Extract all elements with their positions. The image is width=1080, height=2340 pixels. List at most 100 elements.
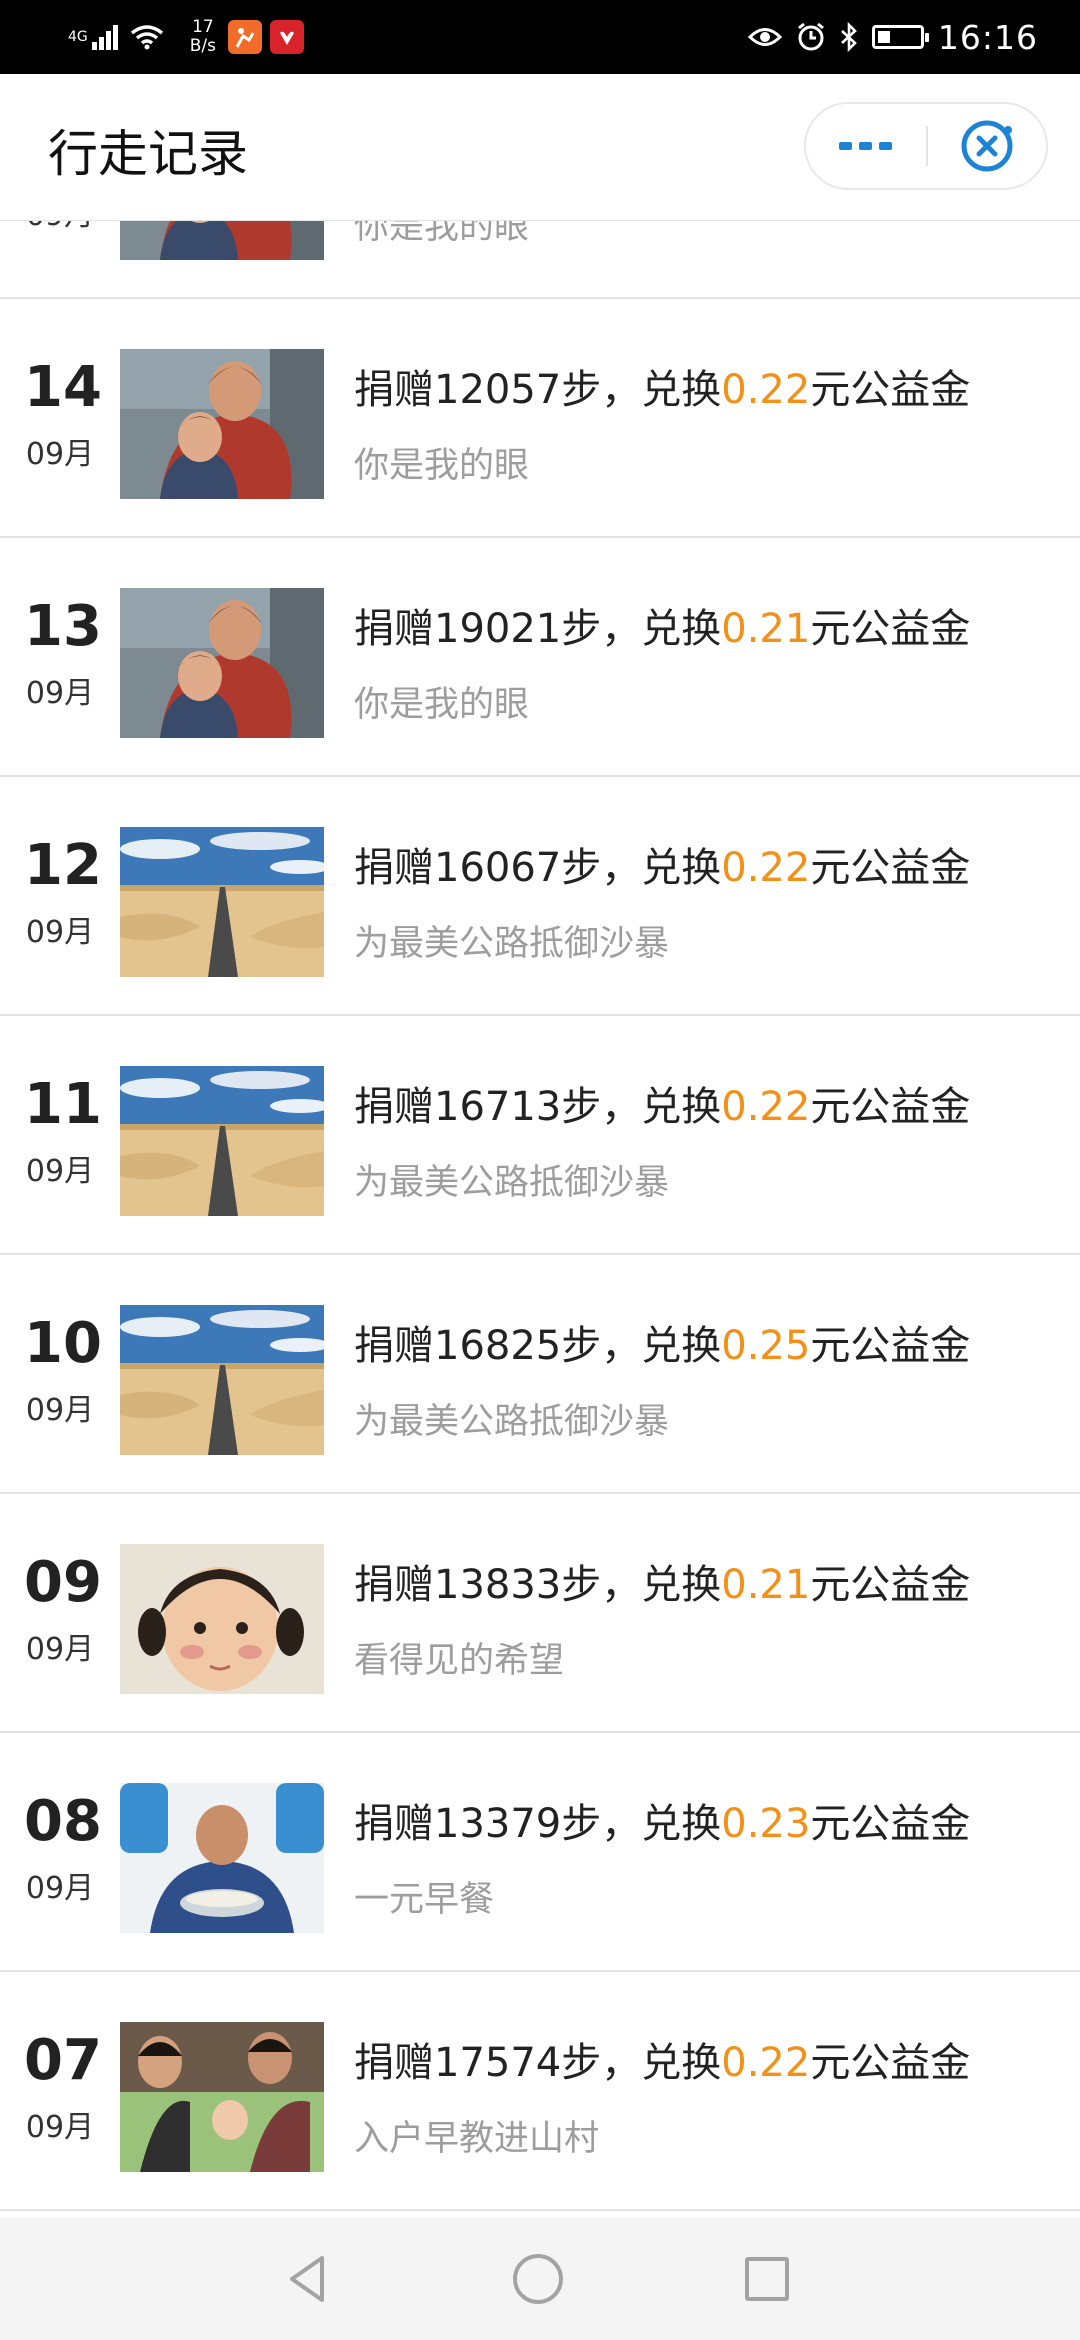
record-thumbnail xyxy=(120,1544,324,1694)
record-project-name: 看得见的希望 xyxy=(354,1641,565,1681)
record-row[interactable]: 13 09月 捐赠19021步，兑换0.21元公益金你是我的眼 xyxy=(0,538,1080,777)
record-row[interactable]: 12 09月 捐赠16067步，兑换0.22元公益金为最美公路抵御沙暴 xyxy=(0,777,1080,1016)
record-month: 09月 xyxy=(25,1393,95,1428)
record-amount-suffix: 元公益金 xyxy=(810,1801,971,1847)
record-row[interactable]: 10 09月 捐赠16825步，兑换0.25元公益金为最美公路抵御沙暴 xyxy=(0,1255,1080,1494)
record-project-name: 一元早餐 xyxy=(354,1880,495,1920)
record-summary: 捐赠13833步，兑换0.21元公益金 xyxy=(354,1558,970,1612)
record-summary: 捐赠17574步，兑换0.22元公益金 xyxy=(354,2036,970,2090)
record-steps-text: 捐赠13379步，兑换 xyxy=(354,1801,722,1847)
speed-unit: B/s xyxy=(189,36,217,56)
status-left: 4G 17 B/s xyxy=(68,12,312,62)
record-month: 09月 xyxy=(24,220,96,236)
status-bar: 4G 17 B/s 16:16 xyxy=(0,0,1080,74)
record-row[interactable]: 09 09月 捐赠13833步，兑换0.21元公益金看得见的希望 xyxy=(0,1494,1080,1733)
clock: 16:16 xyxy=(937,17,1038,57)
record-row[interactable]: 1509月捐赠12813步，兑换0.17元公益金你是我的眼 xyxy=(0,220,1080,299)
signal-icon xyxy=(91,24,120,50)
record-thumbnail xyxy=(120,1305,324,1455)
record-amount: 0.23 xyxy=(721,1801,811,1847)
record-project-name: 为最美公路抵御沙暴 xyxy=(354,924,670,964)
record-day: 14 xyxy=(24,355,102,420)
record-amount: 0.22 xyxy=(721,845,811,891)
record-summary: 捐赠13379步，兑换0.23元公益金 xyxy=(354,1797,970,1851)
record-steps-text: 捐赠16067步，兑换 xyxy=(354,845,722,891)
record-summary: 捐赠16067步，兑换0.22元公益金 xyxy=(354,841,970,895)
record-day: 09 xyxy=(24,1550,102,1615)
record-month: 09月 xyxy=(25,2110,95,2145)
close-icon xyxy=(961,120,1013,172)
record-project-name: 为最美公路抵御沙暴 xyxy=(354,1163,670,1203)
record-day: 07 xyxy=(24,2028,102,2093)
record-steps-text: 捐赠12057步，兑换 xyxy=(354,367,722,413)
page-header: 行走记录 xyxy=(0,74,1080,221)
record-summary: 捐赠16825步，兑换0.25元公益金 xyxy=(354,1319,970,1373)
record-project-name: 你是我的眼 xyxy=(354,220,530,247)
record-thumbnail xyxy=(120,827,324,977)
home-icon[interactable] xyxy=(513,2254,563,2304)
record-steps-text: 捐赠19021步，兑换 xyxy=(354,606,722,652)
record-amount: 0.22 xyxy=(721,1084,811,1130)
record-amount-suffix: 元公益金 xyxy=(810,845,971,891)
record-row[interactable]: 11 09月 捐赠16713步，兑换0.22元公益金为最美公路抵御沙暴 xyxy=(0,1016,1080,1255)
page-title: 行走记录 xyxy=(48,125,248,183)
record-month: 09月 xyxy=(25,1154,95,1189)
record-summary: 捐赠16713步，兑换0.22元公益金 xyxy=(354,1080,970,1134)
record-amount-suffix: 元公益金 xyxy=(810,2040,971,2086)
alarm-icon xyxy=(796,22,826,52)
record-thumbnail xyxy=(120,2022,324,2172)
record-day: 12 xyxy=(24,833,102,898)
record-thumbnail xyxy=(120,1066,324,1216)
record-steps-text: 捐赠16713步，兑换 xyxy=(354,1084,722,1130)
wifi-icon xyxy=(130,24,164,50)
record-steps-text: 捐赠13833步，兑换 xyxy=(354,1562,722,1608)
app-notification-icon xyxy=(228,20,263,54)
record-summary: 捐赠19021步，兑换0.21元公益金 xyxy=(354,602,970,656)
record-month: 09月 xyxy=(25,437,95,472)
record-day: 11 xyxy=(24,1072,102,1137)
record-project-name: 入户早教进山村 xyxy=(354,2119,600,2159)
record-amount-suffix: 元公益金 xyxy=(810,367,971,413)
more-icon xyxy=(839,142,892,150)
record-day: 13 xyxy=(24,594,102,659)
record-thumbnail xyxy=(120,588,324,738)
record-day: 08 xyxy=(24,1789,102,1854)
record-amount: 0.21 xyxy=(721,1562,811,1608)
record-amount: 0.22 xyxy=(721,2040,811,2086)
status-right: 16:16 xyxy=(747,12,1038,62)
record-amount-suffix: 元公益金 xyxy=(810,1323,971,1369)
record-amount: 0.21 xyxy=(721,606,811,652)
record-list-content: 1509月捐赠12813步，兑换0.17元公益金你是我的眼1409月捐赠1205… xyxy=(0,220,1080,2211)
record-row[interactable]: 07 09月 捐赠17574步，兑换0.22元公益金入户早教进山村 xyxy=(0,1972,1080,2211)
record-amount-suffix: 元公益金 xyxy=(810,1562,971,1608)
record-thumbnail xyxy=(120,220,324,260)
close-mini-program-button[interactable] xyxy=(928,104,1046,188)
record-project-name: 你是我的眼 xyxy=(354,446,530,486)
record-project-name: 你是我的眼 xyxy=(354,685,530,725)
more-button[interactable] xyxy=(806,104,926,188)
recent-apps-icon[interactable] xyxy=(745,2257,789,2301)
record-project-name: 为最美公路抵御沙暴 xyxy=(354,1402,670,1442)
record-thumbnail xyxy=(120,349,324,499)
record-month: 09月 xyxy=(25,676,95,711)
record-row[interactable]: 14 09月 捐赠12057步，兑换0.22元公益金你是我的眼 xyxy=(0,299,1080,538)
record-steps-text: 捐赠17574步，兑换 xyxy=(354,2040,722,2086)
record-steps-text: 捐赠16825步，兑换 xyxy=(354,1323,722,1369)
back-icon[interactable] xyxy=(282,2252,336,2306)
record-row[interactable]: 08 09月 捐赠13379步，兑换0.23元公益金 一元早餐 xyxy=(0,1733,1080,1972)
network-speed: 17 B/s xyxy=(190,18,216,56)
huawei-notification-icon xyxy=(270,20,305,54)
record-month: 09月 xyxy=(25,1632,95,1667)
record-list[interactable]: 1509月捐赠12813步，兑换0.17元公益金你是我的眼1409月捐赠1205… xyxy=(0,220,1080,2218)
network-type: 4G xyxy=(68,29,88,45)
record-summary: 捐赠12057步，兑换0.22元公益金 xyxy=(354,363,970,417)
battery-icon xyxy=(871,25,929,49)
navigation-bar xyxy=(0,2218,1080,2340)
record-amount: 0.22 xyxy=(721,367,811,413)
record-amount: 0.25 xyxy=(721,1323,811,1369)
record-month: 09月 xyxy=(25,915,95,950)
bluetooth-icon xyxy=(840,22,858,52)
record-amount-suffix: 元公益金 xyxy=(810,1084,971,1130)
record-day: 10 xyxy=(24,1311,102,1376)
speed-value: 17 xyxy=(192,17,214,37)
